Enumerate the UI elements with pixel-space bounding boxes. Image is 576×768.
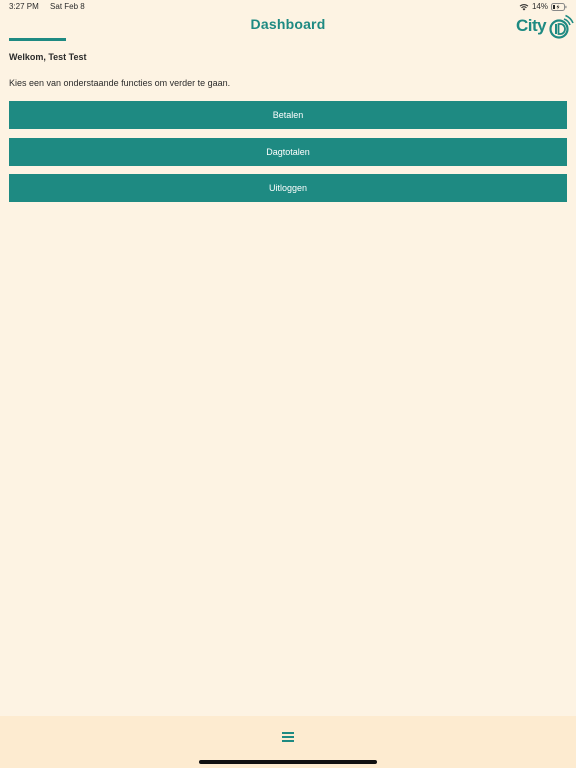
betalen-button[interactable]: Betalen — [9, 101, 567, 129]
page-title: Dashboard — [250, 16, 326, 32]
welcome-message: Welkom, Test Test — [9, 52, 87, 62]
battery-icon — [551, 3, 567, 11]
status-bar: 3:27 PM Sat Feb 8 14% — [0, 0, 576, 14]
uitloggen-button[interactable]: Uitloggen — [9, 174, 567, 202]
dagtotalen-button[interactable]: Dagtotalen — [9, 138, 567, 166]
status-time: 3:27 PM — [9, 2, 39, 11]
logo-text: City — [516, 16, 547, 35]
status-date: Sat Feb 8 — [50, 2, 85, 11]
header: Dashboard City — [0, 14, 576, 42]
home-indicator — [199, 760, 377, 764]
title-underline — [9, 38, 66, 41]
wifi-icon — [519, 3, 529, 11]
cityid-logo: City — [516, 14, 574, 40]
battery-percentage: 14% — [531, 2, 548, 11]
instruction-text: Kies een van onderstaande functies om ve… — [9, 78, 231, 88]
status-right: 14% — [519, 0, 567, 14]
status-left: 3:27 PM Sat Feb 8 — [9, 0, 94, 14]
hamburger-menu-icon[interactable] — [282, 732, 294, 742]
bottom-bar — [0, 716, 576, 768]
logo-id-mark-icon — [549, 14, 574, 39]
